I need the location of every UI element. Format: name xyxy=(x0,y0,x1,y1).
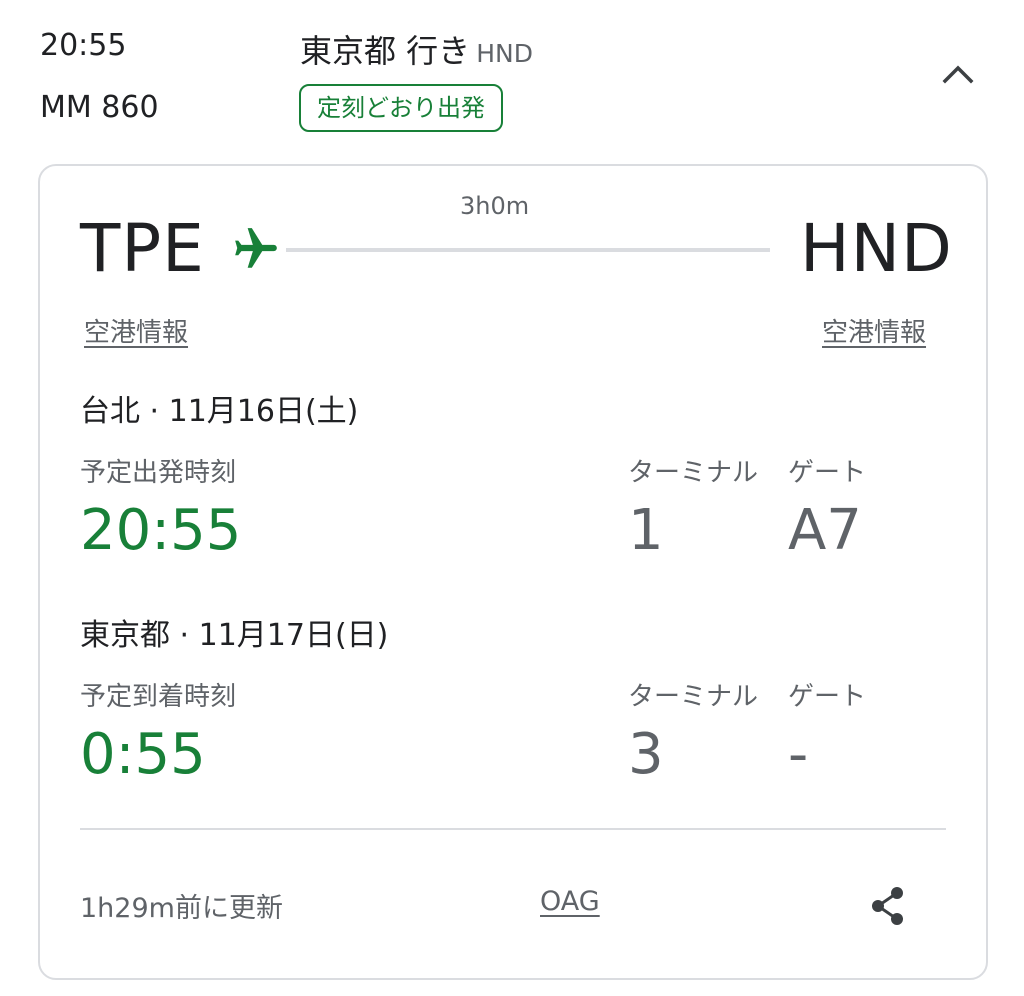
arrival-terminal-label: ターミナル xyxy=(628,682,759,712)
chevron-up-icon xyxy=(942,65,974,84)
departure-terminal: 1 xyxy=(628,498,664,563)
flight-number: MM 860 xyxy=(40,90,159,125)
departure-gate: A7 xyxy=(788,498,862,563)
destination-heading: 東京都 行き HND xyxy=(300,26,533,72)
route-line xyxy=(286,248,770,252)
arrival-city-date: 東京都 · 11月17日(日) xyxy=(80,618,389,653)
destination-label: 東京都 行き xyxy=(300,32,471,70)
data-source-link[interactable]: OAG xyxy=(540,886,600,917)
divider xyxy=(80,828,946,830)
share-icon xyxy=(872,887,903,925)
arrival-time-label: 予定到着時刻 xyxy=(80,682,237,712)
departure-time: 20:55 xyxy=(80,498,242,563)
airplane-icon xyxy=(235,228,277,268)
departure-terminal-label: ターミナル xyxy=(628,458,759,488)
departure-time-header: 20:55 xyxy=(40,28,127,63)
departure-city-date: 台北 · 11月16日(土) xyxy=(80,394,359,429)
share-button[interactable] xyxy=(862,880,914,932)
last-updated-text: 1h29m前に更新 xyxy=(80,893,283,924)
collapse-button[interactable] xyxy=(936,52,980,96)
arrival-terminal: 3 xyxy=(628,722,664,787)
arrival-gate: - xyxy=(788,722,809,787)
flight-duration: 3h0m xyxy=(460,192,530,220)
destination-code-small: HND xyxy=(476,39,533,68)
departure-gate-label: ゲート xyxy=(788,458,867,488)
destination-airport-code: HND xyxy=(800,210,953,287)
origin-airport-info-link[interactable]: 空港情報 xyxy=(84,312,188,349)
origin-airport-code: TPE xyxy=(80,210,205,287)
arrival-time: 0:55 xyxy=(80,722,206,787)
status-badge: 定刻どおり出発 xyxy=(299,84,503,132)
arrival-gate-label: ゲート xyxy=(788,682,867,712)
departure-time-label: 予定出発時刻 xyxy=(80,458,237,488)
destination-airport-info-link[interactable]: 空港情報 xyxy=(822,312,926,349)
